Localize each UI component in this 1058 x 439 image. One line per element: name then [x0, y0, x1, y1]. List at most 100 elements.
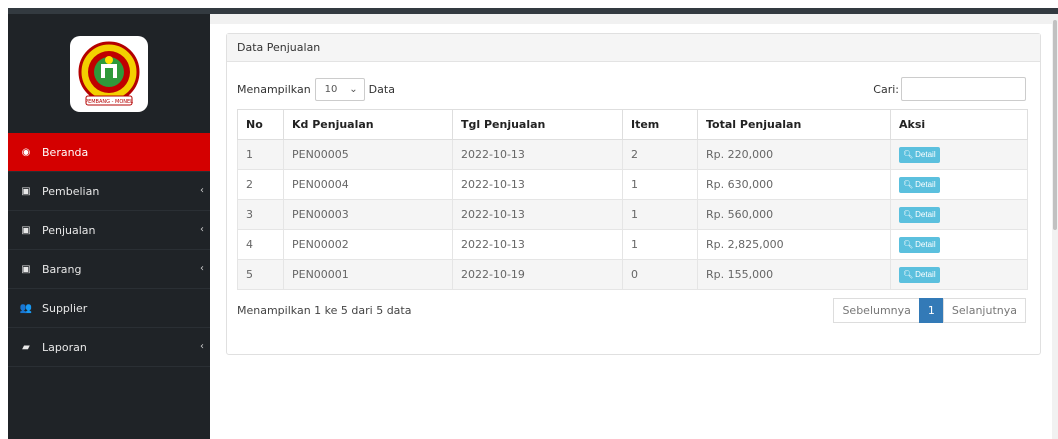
search-input[interactable]	[901, 77, 1026, 101]
cell-total: Rp. 630,000	[697, 169, 891, 200]
cell-tgl: 2022-10-13	[452, 199, 623, 230]
cell-aksi: 🔍︎ Detail	[890, 259, 1028, 290]
sidebar-item-penjualan[interactable]: ▣ Penjualan ‹	[8, 211, 210, 250]
sidebar-item-label: Supplier	[42, 301, 88, 315]
detail-button[interactable]: 🔍︎ Detail	[899, 146, 940, 163]
money-icon: ▣	[21, 224, 31, 236]
panel-heading: Data Penjualan	[227, 34, 1040, 62]
table-controls: Menampilkan 10 ⌄ Data Cari:	[237, 77, 1026, 101]
cell-kd: PEN00003	[283, 199, 453, 230]
cell-item: 2	[622, 139, 698, 170]
cell-tgl: 2022-10-13	[452, 139, 623, 170]
table-info: Menampilkan 1 ke 5 dari 5 data	[237, 304, 412, 317]
app-logo[interactable]: PEMBANG - MONEL	[70, 36, 148, 112]
money-icon: ▣	[21, 263, 31, 275]
cell-item: 0	[622, 259, 698, 290]
book-icon: ▰	[22, 341, 30, 353]
cell-kd: PEN00004	[283, 169, 453, 200]
chevron-left-icon: ‹	[200, 185, 204, 196]
column-header-item[interactable]: Item	[622, 109, 698, 140]
search-icon: 🔍︎	[903, 150, 914, 159]
cell-no: 1	[237, 139, 284, 170]
detail-label: Detail	[915, 270, 936, 279]
cell-no: 4	[237, 229, 284, 260]
page-length-value: 10	[324, 83, 338, 95]
cell-aksi: 🔍︎ Detail	[890, 139, 1028, 170]
detail-button[interactable]: 🔍︎ Detail	[899, 206, 940, 223]
column-header-kd[interactable]: Kd Penjualan	[283, 109, 453, 140]
table-row: 2 PEN00004 2022-10-13 1 Rp. 630,000 🔍︎ De…	[237, 169, 1028, 200]
sidebar-item-label: Pembelian	[42, 184, 100, 198]
cell-no: 5	[237, 259, 284, 290]
sidebar-item-pembelian[interactable]: ▣ Pembelian ‹	[8, 172, 210, 211]
pagination-page-1[interactable]: 1	[918, 298, 944, 323]
chevron-down-icon: ⌄	[349, 83, 358, 95]
cell-aksi: 🔍︎ Detail	[890, 229, 1028, 260]
column-header-tgl[interactable]: Tgl Penjualan	[452, 109, 623, 140]
sales-panel: Data Penjualan Menampilkan 10 ⌄ Data Car…	[226, 33, 1041, 355]
table-header-row: No Kd Penjualan Tgl Penjualan Item Total…	[237, 109, 1028, 140]
table-row: 1 PEN00005 2022-10-13 2 Rp. 220,000 🔍︎ De…	[237, 139, 1028, 170]
detail-label: Detail	[915, 210, 936, 219]
sidebar-item-supplier[interactable]: 👥 Supplier	[8, 289, 210, 328]
cell-item: 1	[622, 199, 698, 230]
cell-no: 3	[237, 199, 284, 230]
cell-kd: PEN00002	[283, 229, 453, 260]
cell-total: Rp. 220,000	[697, 139, 891, 170]
cell-total: Rp. 155,000	[697, 259, 891, 290]
detail-label: Detail	[915, 150, 936, 159]
sidebar-item-label: Beranda	[42, 145, 89, 159]
detail-label: Detail	[915, 240, 936, 249]
column-header-no[interactable]: No	[237, 109, 284, 140]
cell-total: Rp. 2,825,000	[697, 229, 891, 260]
cell-aksi: 🔍︎ Detail	[890, 199, 1028, 230]
sidebar: PEMBANG - MONEL ◉ Beranda ▣ Pembelian ‹ …	[8, 14, 210, 439]
content-header-band	[210, 14, 1058, 24]
chevron-left-icon: ‹	[200, 341, 204, 352]
search-icon: 🔍︎	[903, 240, 914, 249]
sidebar-item-laporan[interactable]: ▰ Laporan ‹	[8, 328, 210, 367]
length-suffix: Data	[368, 82, 395, 96]
search-icon: 🔍︎	[903, 270, 914, 279]
sidebar-item-beranda[interactable]: ◉ Beranda	[8, 133, 210, 172]
chevron-left-icon: ‹	[200, 224, 204, 235]
table-row: 5 PEN00001 2022-10-19 0 Rp. 155,000 🔍︎ De…	[237, 259, 1028, 290]
sidebar-item-label: Laporan	[42, 340, 87, 354]
search-icon: 🔍︎	[903, 210, 914, 219]
pagination-next[interactable]: Selanjutnya	[942, 298, 1026, 323]
scrollbar-thumb[interactable]	[1053, 20, 1057, 230]
sidebar-item-label: Penjualan	[42, 223, 96, 237]
search-icon: 🔍︎	[903, 180, 914, 189]
sidebar-item-label: Barang	[42, 262, 82, 276]
detail-button[interactable]: 🔍︎ Detail	[899, 236, 940, 253]
sales-table: No Kd Penjualan Tgl Penjualan Item Total…	[237, 109, 1028, 290]
column-header-aksi[interactable]: Aksi	[890, 109, 1028, 140]
pagination: Sebelumnya 1 Selanjutnya	[833, 298, 1026, 323]
table-row: 4 PEN00002 2022-10-13 1 Rp. 2,825,000 🔍︎…	[237, 229, 1028, 260]
pagination-previous[interactable]: Sebelumnya	[833, 298, 920, 323]
cell-item: 1	[622, 169, 698, 200]
column-header-total[interactable]: Total Penjualan	[697, 109, 891, 140]
chevron-left-icon: ‹	[200, 263, 204, 274]
table-row: 3 PEN00003 2022-10-13 1 Rp. 560,000 🔍︎ De…	[237, 199, 1028, 230]
cell-tgl: 2022-10-13	[452, 169, 623, 200]
detail-label: Detail	[915, 180, 936, 189]
page-length-select[interactable]: 10 ⌄	[314, 77, 365, 101]
cell-total: Rp. 560,000	[697, 199, 891, 230]
users-icon: 👥	[19, 302, 33, 314]
tachometer-icon: ◉	[21, 146, 31, 158]
emblem-icon: PEMBANG - MONEL	[78, 41, 140, 106]
detail-button[interactable]: 🔍︎ Detail	[899, 266, 940, 283]
length-prefix: Menampilkan	[237, 82, 311, 96]
detail-button[interactable]: 🔍︎ Detail	[899, 176, 940, 193]
panel-title: Data Penjualan	[237, 41, 321, 54]
cell-tgl: 2022-10-13	[452, 229, 623, 260]
cell-item: 1	[622, 229, 698, 260]
cell-kd: PEN00001	[283, 259, 453, 290]
sidebar-menu: ◉ Beranda ▣ Pembelian ‹ ▣ Penjualan ‹ ▣ …	[8, 133, 210, 367]
cell-tgl: 2022-10-19	[452, 259, 623, 290]
cell-no: 2	[237, 169, 284, 200]
sidebar-item-barang[interactable]: ▣ Barang ‹	[8, 250, 210, 289]
cell-aksi: 🔍︎ Detail	[890, 169, 1028, 200]
search-label: Cari:	[873, 82, 899, 96]
